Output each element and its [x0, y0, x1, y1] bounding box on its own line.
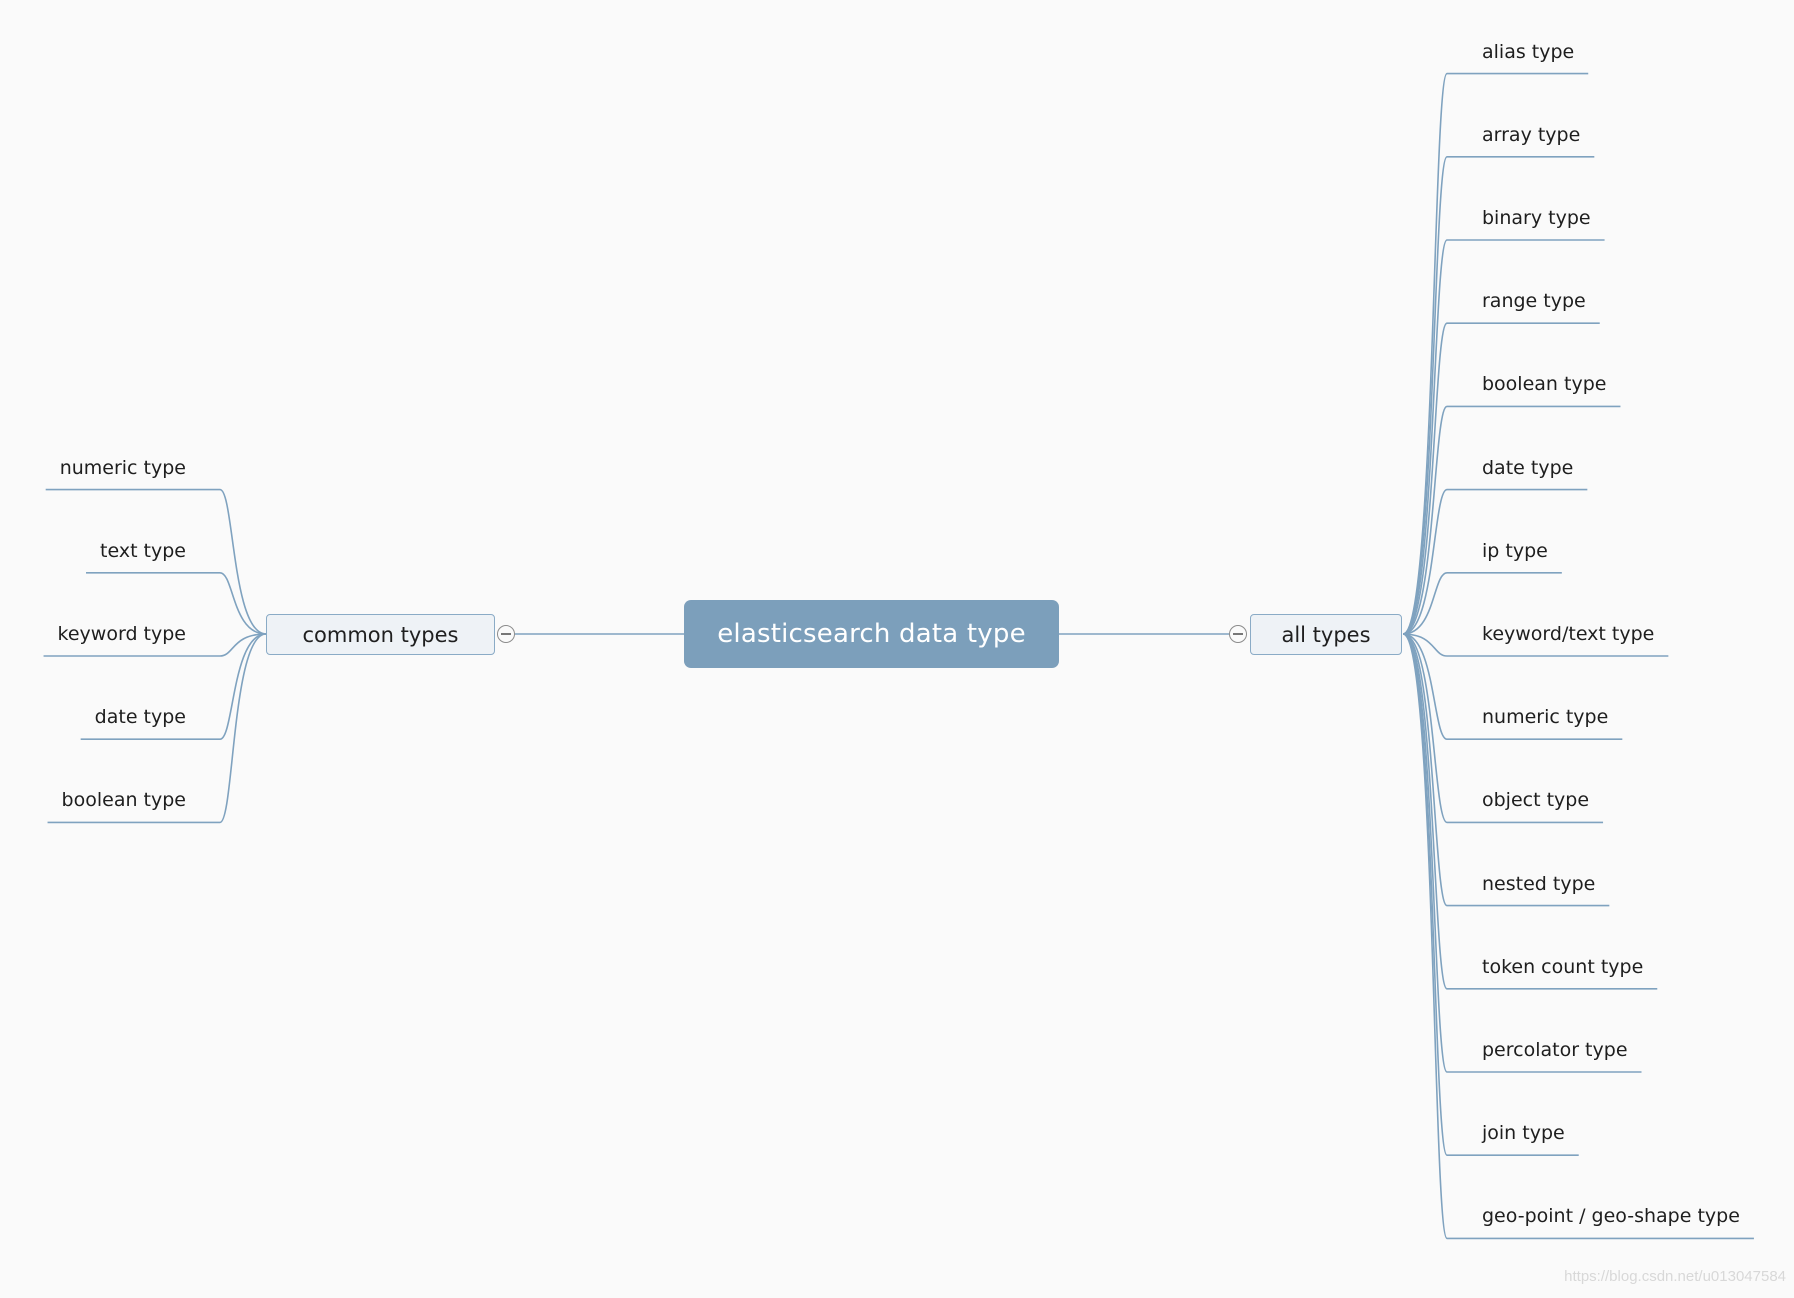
leaf-connector: [1402, 405, 1621, 635]
minus-circle-icon[interactable]: [1229, 625, 1247, 643]
root-node-label: elasticsearch data type: [717, 619, 1026, 649]
branch-node-all-types[interactable]: all types: [1250, 614, 1402, 655]
all-types-links: [1402, 72, 1754, 1240]
leaf-connector: [1402, 633, 1642, 1073]
leaf-node[interactable]: boolean type: [62, 788, 186, 812]
leaf-node[interactable]: binary type: [1482, 206, 1591, 230]
branch-label: common types: [302, 622, 459, 647]
leaf-node[interactable]: geo-point / geo-shape type: [1482, 1204, 1740, 1228]
leaf-node[interactable]: percolator type: [1482, 1038, 1628, 1062]
leaf-node[interactable]: array type: [1482, 123, 1580, 147]
branch-node-common-types[interactable]: common types: [266, 614, 495, 655]
leaf-node[interactable]: date type: [1482, 456, 1573, 480]
root-node[interactable]: elasticsearch data type: [684, 600, 1059, 668]
leaf-node[interactable]: keyword/text type: [1482, 622, 1654, 646]
leaf-node[interactable]: numeric type: [1482, 705, 1608, 729]
leaf-node[interactable]: text type: [100, 539, 186, 563]
leaf-node[interactable]: join type: [1482, 1121, 1565, 1145]
leaf-node[interactable]: token count type: [1482, 955, 1643, 979]
leaf-node[interactable]: range type: [1482, 289, 1586, 313]
branch-label: all types: [1281, 622, 1371, 647]
leaf-node[interactable]: object type: [1482, 788, 1589, 812]
leaf-node[interactable]: nested type: [1482, 872, 1595, 896]
leaf-node[interactable]: date type: [95, 705, 186, 729]
leaf-node[interactable]: numeric type: [60, 456, 186, 480]
watermark: https://blog.csdn.net/u013047584: [1564, 1268, 1786, 1285]
leaf-node[interactable]: ip type: [1482, 539, 1548, 563]
leaf-node[interactable]: keyword type: [58, 622, 186, 646]
leaf-node[interactable]: alias type: [1482, 40, 1574, 64]
leaf-node[interactable]: boolean type: [1482, 372, 1606, 396]
minus-circle-icon[interactable]: [497, 625, 515, 643]
